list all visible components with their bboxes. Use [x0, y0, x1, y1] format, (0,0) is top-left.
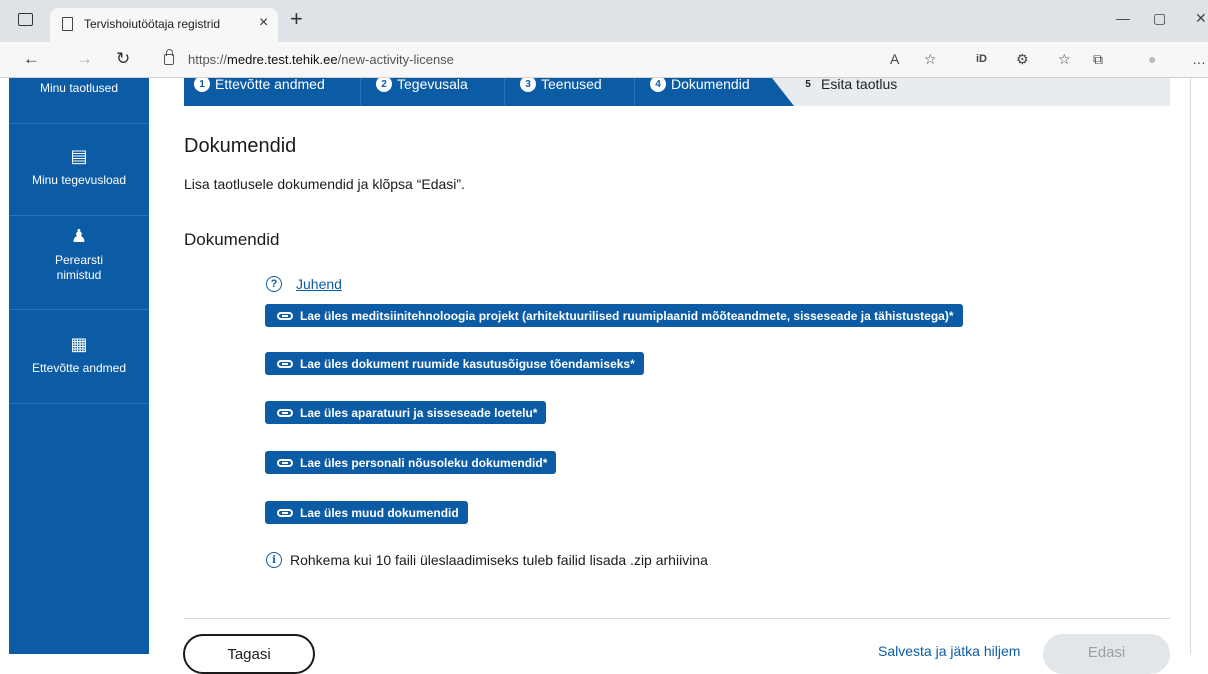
upload-equipment-list-button[interactable]: Lae üles aparatuuri ja sisseseade loetel…: [265, 401, 547, 424]
tab-close-icon[interactable]: ×: [259, 14, 268, 32]
page-title: Dokumendid: [184, 135, 297, 157]
id-extension-icon[interactable]: iD: [976, 53, 987, 65]
upload-usage-rights-button[interactable]: Lae üles dokument ruumide kasutusõiguse …: [265, 352, 644, 375]
maximize-button[interactable]: ▢: [1153, 10, 1166, 27]
step-label: Esita taotlus: [821, 78, 898, 92]
link-icon: [277, 458, 293, 467]
step-esita-taotlus: 5 Esita taotlus: [800, 78, 897, 92]
step-teenused[interactable]: 3 Teenused: [520, 78, 602, 92]
sidebar-item-perearsti-nimistud[interactable]: ♟ Perearsti nimistud: [9, 216, 149, 310]
step-number: 3: [520, 78, 536, 92]
minimize-button[interactable]: —: [1116, 10, 1130, 26]
info-note: i Rohkema kui 10 faili üleslaadimiseks t…: [266, 552, 708, 568]
favorite-add-icon[interactable]: ☆: [924, 51, 937, 68]
page-icon: [62, 17, 73, 31]
url-field[interactable]: https://medre.test.tehik.ee/new-activity…: [152, 46, 932, 74]
profile-icon[interactable]: ●: [1148, 51, 1156, 67]
read-aloud-icon[interactable]: A: [890, 51, 899, 67]
browser-address-bar: ← → ↻ https://medre.test.tehik.ee/new-ac…: [0, 42, 1208, 78]
sidebar-item-minu-taotlused[interactable]: Minu taotlused: [9, 78, 149, 124]
section-title: Dokumendid: [184, 230, 280, 249]
upload-project-button[interactable]: Lae üles meditsiinitehnoloogia projekt (…: [265, 304, 963, 327]
upload-label: Lae üles muud dokumendid: [300, 505, 459, 520]
guide-row: ? Juhend: [266, 276, 342, 292]
step-divider: [504, 78, 505, 106]
step-ettevotte-andmed[interactable]: 1 Ettevõtte andmed: [194, 78, 325, 92]
info-icon: i: [266, 552, 282, 568]
upload-label: Lae üles meditsiinitehnoloogia projekt (…: [300, 308, 954, 323]
tab-title: Tervishoiutöötaja registrid: [84, 17, 221, 31]
step-number: 1: [194, 78, 210, 92]
collections-icon[interactable]: ⧉: [1093, 51, 1103, 68]
page-description: Lisa taotlusele dokumendid ja klõpsa “Ed…: [184, 176, 465, 192]
step-dokumendid[interactable]: 4 Dokumendid: [650, 78, 750, 92]
browser-tab[interactable]: Tervishoiutöötaja registrid ×: [50, 8, 278, 42]
sidebar-item-label: Minu tegevusload: [31, 173, 127, 187]
upload-personnel-consent-button[interactable]: Lae üles personali nõusoleku dokumendid*: [265, 451, 557, 474]
back-button[interactable]: Tagasi: [183, 634, 315, 674]
extensions-icon[interactable]: ⚙: [1016, 51, 1029, 68]
step-divider: [360, 78, 361, 106]
more-icon[interactable]: …: [1192, 51, 1206, 67]
step-number: 5: [805, 78, 811, 90]
info-text: Rohkema kui 10 faili üleslaadimiseks tul…: [290, 552, 708, 568]
sidebar-item-label: Ettevõtte andmed: [31, 361, 127, 375]
sidebar-item-label: Perearsti nimistud: [54, 253, 104, 282]
link-icon: [277, 408, 293, 417]
step-label: Dokumendid: [671, 78, 750, 92]
doctor-icon: ♟: [70, 226, 88, 246]
upload-label: Lae üles personali nõusoleku dokumendid*: [300, 455, 548, 470]
browser-tab-bar: Tervishoiutöötaja registrid × + — ▢ ✕: [0, 0, 1208, 42]
step-number: 4: [650, 78, 666, 92]
next-button[interactable]: Edasi: [1043, 634, 1170, 674]
step-label: Ettevõtte andmed: [215, 78, 325, 92]
link-icon: [277, 311, 293, 320]
upload-label: Lae üles aparatuuri ja sisseseade loetel…: [300, 405, 538, 420]
reload-icon[interactable]: ↻: [116, 49, 130, 69]
help-icon: ?: [266, 276, 282, 292]
sidebar: Minu taotlused ▤ Minu tegevusload ♟ Pere…: [9, 78, 149, 654]
license-list-icon: ▤: [70, 146, 88, 166]
guide-link[interactable]: Juhend: [296, 276, 342, 292]
step-number: 2: [376, 78, 392, 92]
step-divider: [634, 78, 635, 106]
progress-stepper: 1 Ettevõtte andmed 2 Tegevusala 3 Teenus…: [184, 78, 1170, 106]
upload-other-documents-button[interactable]: Lae üles muud dokumendid: [265, 501, 468, 524]
step-label: Tegevusala: [397, 78, 468, 92]
url-text: https://medre.test.tehik.ee/new-activity…: [188, 52, 454, 67]
building-icon: ▦: [70, 334, 88, 354]
back-arrow-icon[interactable]: ←: [23, 49, 40, 69]
step-label: Teenused: [541, 78, 602, 92]
sidebar-item-ettevotte-andmed[interactable]: ▦ Ettevõtte andmed: [9, 310, 149, 404]
new-tab-button[interactable]: +: [290, 6, 303, 32]
link-icon: [277, 359, 293, 368]
step-tegevusala[interactable]: 2 Tegevusala: [376, 78, 468, 92]
link-icon: [277, 508, 293, 517]
tab-actions-icon[interactable]: [18, 13, 33, 26]
sidebar-item-label: Minu taotlused: [39, 81, 119, 95]
close-window-button[interactable]: ✕: [1195, 10, 1207, 27]
upload-label: Lae üles dokument ruumide kasutusõiguse …: [300, 356, 635, 371]
save-and-continue-later-link[interactable]: Salvesta ja jätka hiljem: [878, 643, 1020, 659]
sidebar-item-minu-tegevusload[interactable]: ▤ Minu tegevusload: [9, 124, 149, 216]
forward-arrow-icon[interactable]: →: [76, 49, 93, 69]
footer-divider: [184, 618, 1170, 619]
favorites-icon[interactable]: ☆: [1058, 51, 1071, 68]
lock-icon[interactable]: [164, 49, 174, 65]
scrollbar-track[interactable]: [1190, 78, 1191, 654]
